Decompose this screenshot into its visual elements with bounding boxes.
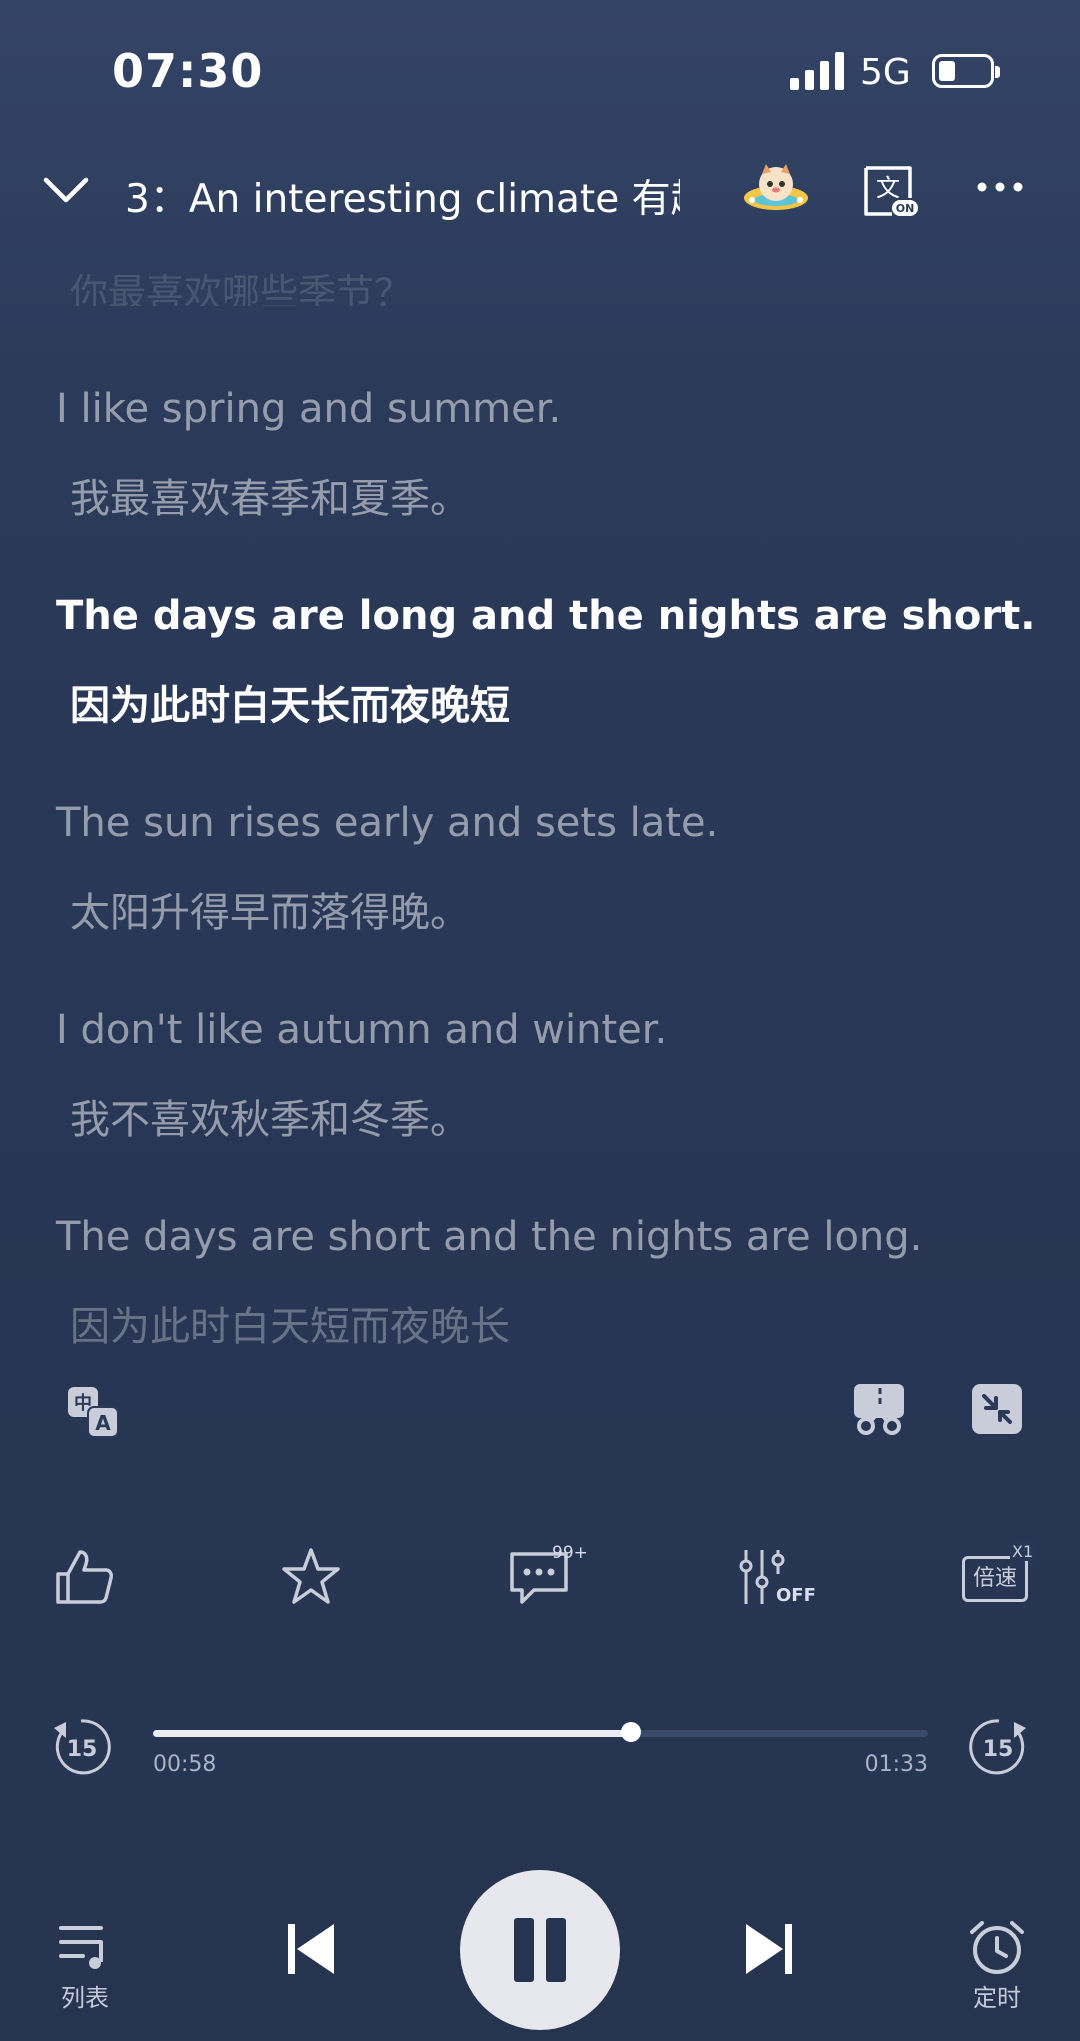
- svg-text:15: 15: [983, 1737, 1014, 1762]
- progress-handle[interactable]: [621, 1722, 642, 1742]
- lyric-line-en[interactable]: The sun rises early and sets late.: [56, 800, 718, 846]
- lyric-line-zh: 太阳升得早而落得晚。: [70, 890, 470, 936]
- progress-fill: [153, 1730, 632, 1737]
- comment-count-badge: 99+: [552, 1543, 588, 1563]
- forward-15-icon[interactable]: 15: [966, 1714, 1032, 1780]
- svg-text:15: 15: [67, 1737, 98, 1762]
- lyric-line-en[interactable]: I don't like autumn and winter.: [56, 1007, 667, 1053]
- playlist-label: 列表: [61, 1984, 109, 2012]
- pause-icon: [514, 1918, 534, 1982]
- more-icon[interactable]: [970, 172, 1030, 202]
- lyric-line-zh: 因为此时白天短而夜晚长: [70, 1304, 510, 1350]
- language-switch-icon[interactable]: 中 A: [66, 1385, 120, 1439]
- next-track-icon[interactable]: [744, 1922, 794, 1976]
- playlist-icon: [59, 1926, 103, 1969]
- translate-on-icon[interactable]: 文 ON: [860, 160, 920, 220]
- svg-text:A: A: [95, 1411, 111, 1435]
- lyric-line-zh: 我最喜欢春季和夏季。: [70, 476, 470, 522]
- track-title: 3：An interesting climate 有趣的气候: [125, 177, 680, 222]
- battery-icon: [932, 54, 1000, 88]
- equalizer-off-badge: OFF: [776, 1585, 816, 1606]
- rewind-15-icon[interactable]: 15: [48, 1714, 114, 1780]
- svg-text:ON: ON: [896, 202, 915, 215]
- signal-icon: [790, 52, 844, 90]
- speed-button[interactable]: 倍速: [962, 1556, 1028, 1602]
- chevron-down-icon[interactable]: [42, 170, 90, 210]
- timer-button[interactable]: 定时: [952, 1920, 1042, 2013]
- lyric-line-en[interactable]: I like spring and summer.: [56, 386, 561, 432]
- lyric-line-en[interactable]: The days are short and the nights are lo…: [56, 1214, 922, 1260]
- total-time: 01:33: [864, 1752, 928, 1777]
- star-icon[interactable]: [280, 1546, 342, 1608]
- previous-track-icon[interactable]: [286, 1922, 336, 1976]
- status-time: 07:30: [112, 44, 264, 98]
- lyric-line-zh: 我不喜欢秋季和冬季。: [70, 1097, 470, 1143]
- like-icon[interactable]: [54, 1546, 116, 1608]
- clip-icon[interactable]: [852, 1382, 906, 1436]
- mascot-ufo-icon[interactable]: [740, 160, 812, 220]
- lyric-active-zh: 因为此时白天长而夜晚短: [70, 683, 510, 729]
- speed-label: 倍速: [972, 1566, 1017, 1591]
- pause-button[interactable]: [460, 1870, 620, 2030]
- current-time: 00:58: [153, 1752, 217, 1777]
- network-type: 5G: [860, 52, 911, 93]
- alarm-clock-icon: [970, 1921, 1024, 1974]
- svg-text:文: 文: [876, 174, 900, 202]
- playlist-button[interactable]: 列表: [40, 1920, 130, 2013]
- timer-label: 定时: [973, 1984, 1021, 2012]
- minimize-icon[interactable]: [970, 1382, 1024, 1436]
- speed-value: X1: [1010, 1542, 1036, 1561]
- lyric-previous-zh: 你最喜欢哪些季节？: [70, 271, 413, 306]
- lyric-active-en[interactable]: The days are long and the nights are sho…: [56, 593, 1035, 639]
